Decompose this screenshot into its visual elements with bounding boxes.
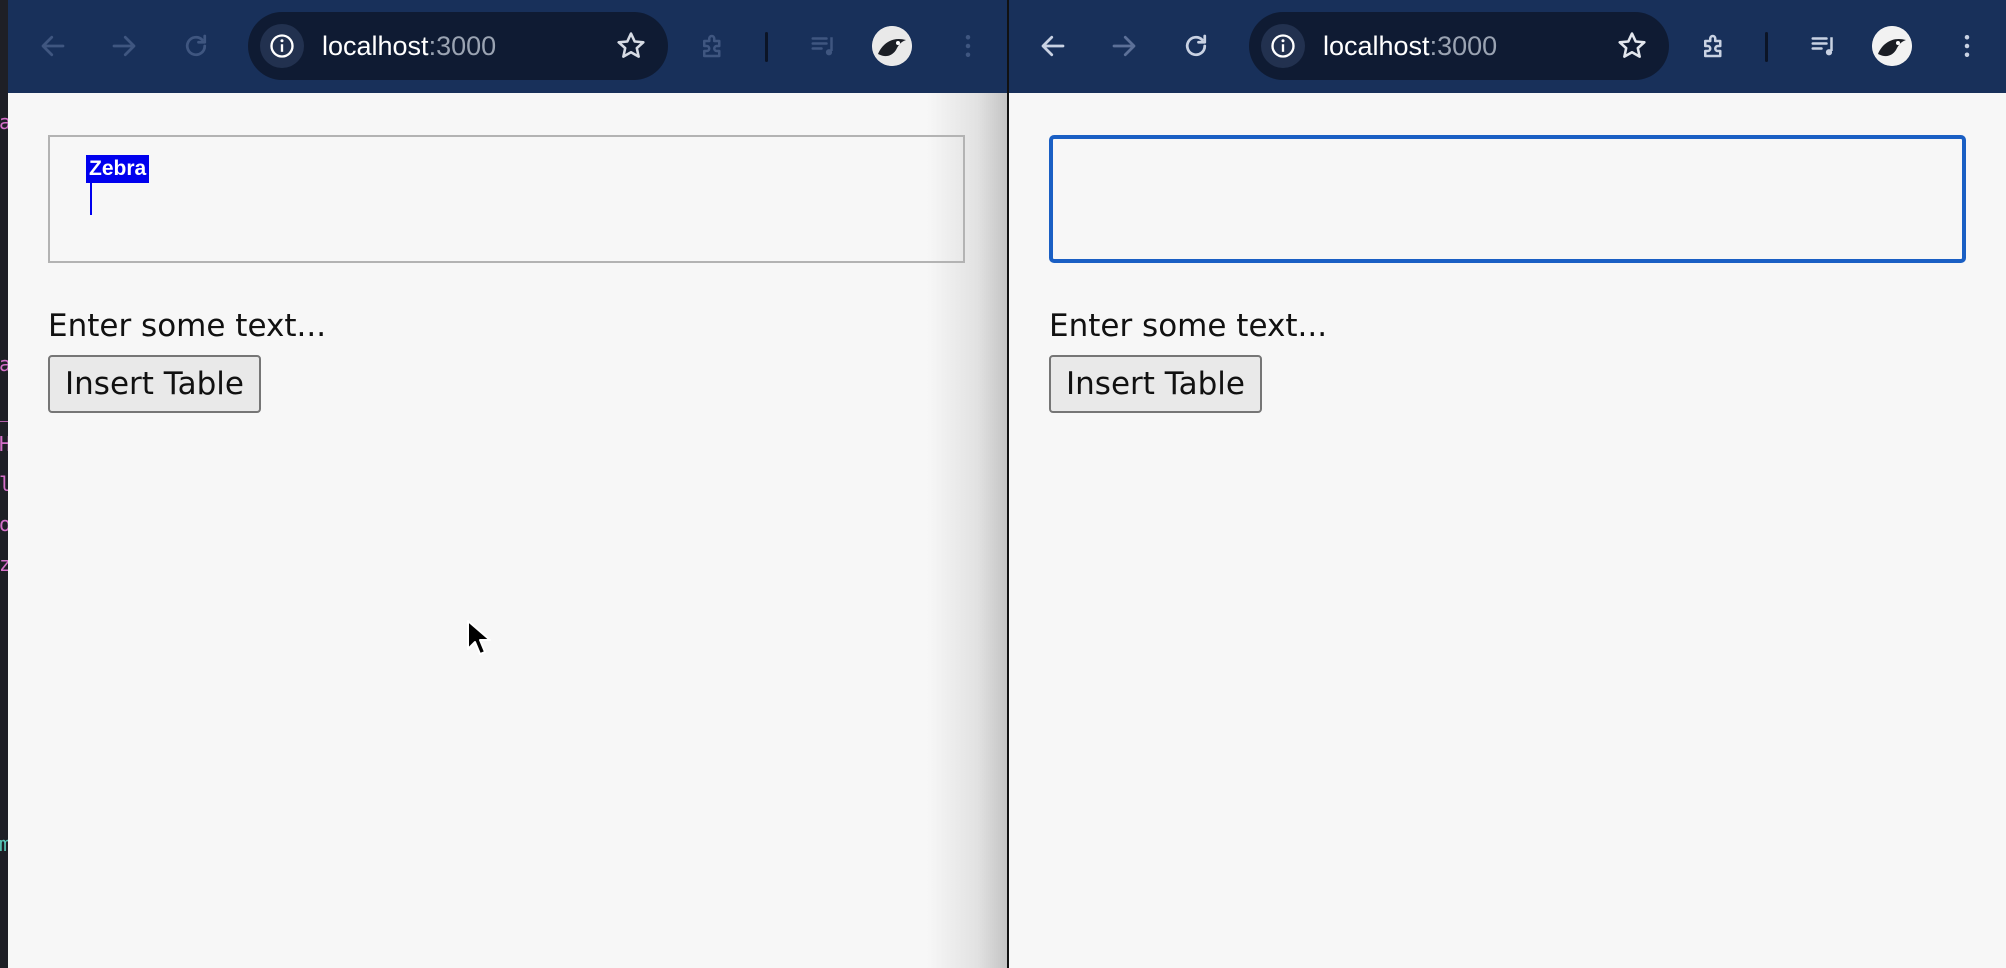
star-icon[interactable] [1615,29,1649,63]
url-port: :3000 [1429,31,1498,61]
browser-menu-button[interactable] [1945,24,1989,68]
editor-glyph: l [0,472,8,496]
arrow-left-icon [1041,35,1065,57]
insert-table-button[interactable]: Insert Table [48,355,261,413]
browser-window-right: localhost:3000 Enter some text... Insert… [1009,0,2006,968]
editor-glyph: m [0,832,8,856]
extensions-button[interactable] [691,24,735,68]
kebab-menu-icon [965,35,971,57]
info-icon [270,34,294,58]
browser-toolbar: localhost:3000 [8,0,1007,93]
url-host: localhost [322,31,429,61]
avatar-icon [872,26,912,66]
selected-text: Zebra [86,155,150,183]
editor-glyph: o [0,512,8,536]
media-queue-icon [1811,37,1833,56]
background-editor-strip: a a _ H l o z m [0,0,8,968]
text-caret [90,183,92,215]
media-button[interactable] [802,24,846,68]
info-icon [1271,34,1295,58]
star-icon[interactable] [614,29,648,63]
url-port: :3000 [428,31,497,61]
profile-avatar[interactable] [872,26,912,66]
browser-toolbar: localhost:3000 [1009,0,2006,93]
site-info-button[interactable] [1261,24,1305,68]
forward-button[interactable] [1102,24,1146,68]
mouse-pointer-icon [467,620,491,655]
site-info-button[interactable] [260,24,304,68]
avatar-icon [1872,26,1912,66]
reload-icon [1185,34,1207,57]
editor-glyph: a [0,352,8,376]
toolbar-separator [765,32,768,62]
puzzle-icon [1704,34,1722,58]
reload-button[interactable] [1174,24,1218,68]
page-content: Zebra Enter some text... Insert Table [8,93,1007,968]
insert-table-button[interactable]: Insert Table [1049,355,1262,413]
arrow-left-icon [41,35,65,57]
back-button[interactable] [1031,24,1075,68]
editor-glyph: H [0,432,8,456]
puzzle-icon [703,34,721,58]
media-queue-icon [811,37,833,56]
rich-text-editor[interactable]: Zebra [48,135,965,263]
arrow-right-icon [1112,35,1136,57]
address-bar[interactable]: localhost:3000 [1249,12,1669,80]
editor-glyph: a [0,110,8,134]
editor-placeholder-text: Enter some text... [48,308,327,344]
url-host: localhost [1323,31,1430,61]
rich-text-editor[interactable] [1049,135,1966,263]
profile-avatar[interactable] [1872,26,1912,66]
arrow-right-icon [112,35,136,57]
kebab-menu-icon [1964,35,1970,57]
address-bar[interactable]: localhost:3000 [248,12,668,80]
page-content: Enter some text... Insert Table [1009,93,2006,968]
editor-placeholder-text: Enter some text... [1049,308,1328,344]
editor-glyph: z [0,552,8,576]
url-text: localhost:3000 [1323,12,1497,80]
browser-window-left: localhost:3000 Zebra Enter some text... … [8,0,1007,968]
toolbar-separator [1765,32,1768,62]
editor-glyph: _ [0,400,8,420]
extensions-button[interactable] [1692,24,1736,68]
screen: a a _ H l o z m localhost:3000 [0,0,2006,968]
browser-menu-button[interactable] [946,24,990,68]
url-text: localhost:3000 [322,12,496,80]
media-button[interactable] [1802,24,1846,68]
reload-icon [185,34,207,57]
back-button[interactable] [31,24,75,68]
reload-button[interactable] [174,24,218,68]
forward-button[interactable] [102,24,146,68]
